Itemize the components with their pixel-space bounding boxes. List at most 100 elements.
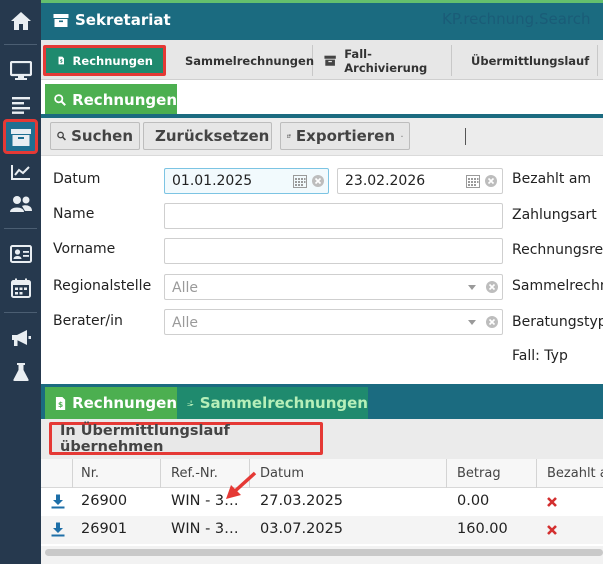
download-icon[interactable]: [51, 522, 65, 537]
tab-rechnungen[interactable]: $ Rechnungen: [43, 45, 166, 76]
datum-from-field[interactable]: 01.01.2025: [164, 168, 329, 194]
cross-icon: [547, 497, 557, 507]
export-button[interactable]: Exportieren: [280, 122, 410, 150]
clear-icon[interactable]: [486, 281, 498, 293]
caret-down-icon: [468, 285, 476, 290]
column-divider: [72, 459, 73, 488]
toolbar-divider: [465, 128, 466, 145]
search-panel-tab[interactable]: Rechnungen: [45, 84, 177, 115]
datum-to-value: 23.02.2026: [345, 173, 426, 189]
cell-datum: 03.07.2025: [260, 521, 344, 537]
tab-label: Fall-Archivierung: [344, 46, 428, 75]
tab-label: Übermittlungslauf: [471, 53, 590, 68]
calendar-icon[interactable]: [293, 174, 307, 188]
sidebar-divider: [4, 228, 37, 229]
column-divider: [536, 459, 537, 488]
monitor-icon[interactable]: [5, 55, 36, 86]
calendar-icon[interactable]: [5, 272, 36, 303]
tab-label: Sammelrechnungen: [185, 53, 315, 68]
column-header-nr[interactable]: Nr.: [81, 466, 99, 481]
column-header-datum[interactable]: Datum: [260, 466, 304, 481]
search-icon: [54, 93, 66, 106]
cell-ref: WIN - 3…: [171, 521, 239, 537]
cell-nr: 26900: [81, 493, 128, 509]
tab-fall-archivierung[interactable]: Fall-Archivierung: [314, 45, 452, 76]
tab-sammelrechnungen[interactable]: $ Sammelrechnungen: [167, 45, 315, 76]
chart-icon[interactable]: [5, 156, 36, 187]
berater-label: Berater/in: [53, 313, 123, 329]
tab-uebermittlungslauf[interactable]: Übermittlungslauf: [453, 45, 598, 76]
results-tab-label: Rechnungen: [72, 394, 177, 412]
list-icon[interactable]: [5, 89, 36, 120]
annotation-arrow-icon: [226, 471, 257, 499]
results-tab-label: Sammelrechnungen: [199, 394, 368, 412]
sammelrechnung-label: Sammelrechnu: [512, 278, 603, 294]
top-tab-strip: $ Rechnungen $ Sammelrechnungen Fall-Arc…: [41, 40, 603, 80]
contact-card-icon[interactable]: [5, 238, 36, 269]
column-divider: [446, 459, 447, 488]
table-row[interactable]: 26901 WIN - 3… 03.07.2025 160.00: [41, 516, 603, 544]
horizontal-scrollbar[interactable]: [45, 549, 603, 556]
column-header-ref[interactable]: Ref.-Nr.: [171, 466, 218, 481]
clear-icon[interactable]: [312, 175, 324, 187]
uebernehmen-button[interactable]: In Übermittlungslauf übernehmen: [49, 422, 323, 455]
flask-icon[interactable]: [5, 356, 36, 387]
export-button-label: Exportieren: [295, 127, 396, 145]
column-header-betrag[interactable]: Betrag: [457, 466, 501, 481]
rechnungsref-label: Rechnungsrefe: [512, 242, 603, 258]
cross-icon: [547, 525, 557, 535]
clear-icon[interactable]: [485, 175, 497, 187]
invoice-icon: $: [58, 56, 65, 65]
name-label: Name: [53, 206, 95, 222]
svg-text:$: $: [58, 400, 63, 409]
megaphone-icon[interactable]: [5, 322, 36, 353]
vorname-input[interactable]: [164, 238, 503, 264]
fall-typ-label: Fall: Typ: [512, 348, 568, 364]
vorname-label: Vorname: [53, 241, 116, 257]
search-icon: [57, 131, 66, 141]
svg-text:$: $: [60, 59, 63, 65]
beratungstyp-label: Beratungstyp: [512, 314, 603, 330]
column-divider: [160, 459, 161, 488]
name-input[interactable]: [164, 203, 503, 229]
users-icon[interactable]: [5, 188, 36, 219]
export-icon: [287, 134, 291, 138]
sidebar: [0, 0, 41, 564]
cell-nr: 26901: [81, 521, 128, 537]
regionalstelle-select[interactable]: Alle: [164, 274, 503, 300]
caret-down-icon: [468, 320, 476, 325]
cell-betrag: 160.00: [457, 521, 508, 537]
sidebar-divider: [4, 44, 37, 45]
home-icon[interactable]: [5, 5, 36, 36]
cell-datum: 27.03.2025: [260, 493, 344, 509]
datum-to-field[interactable]: 23.02.2026: [337, 168, 503, 194]
archive-icon: [53, 13, 69, 27]
column-header-bezahlt[interactable]: Bezahlt a: [547, 466, 603, 481]
search-key-label: KP.rechnung.Search: [442, 10, 591, 28]
berater-select[interactable]: Alle: [164, 309, 503, 335]
caret-down-icon: [401, 135, 403, 137]
datum-from-value: 01.01.2025: [172, 173, 253, 189]
table-header: Nr. Ref.-Nr. Datum Betrag Bezahlt a: [41, 459, 603, 488]
download-icon[interactable]: [51, 494, 65, 509]
clear-icon[interactable]: [486, 316, 498, 328]
reset-button-label: Zurücksetzen: [155, 127, 270, 145]
zahlungsart-label: Zahlungsart: [512, 207, 597, 223]
archive-icon[interactable]: [3, 119, 38, 154]
bezahlt-am-label: Bezahlt am: [512, 171, 592, 187]
svg-text:$: $: [190, 400, 192, 404]
archive-icon: [324, 55, 336, 66]
sidebar-divider: [4, 312, 37, 313]
header-accent-line: [41, 0, 603, 3]
search-button[interactable]: Suchen: [50, 122, 140, 150]
page-title: Sekretariat: [75, 11, 171, 29]
results-tab-sammelrechnungen[interactable]: $ Sammelrechnungen: [177, 387, 368, 419]
calendar-icon[interactable]: [466, 174, 480, 188]
reset-button[interactable]: Zurücksetzen: [143, 122, 272, 150]
table-row[interactable]: 26900 WIN - 3… 27.03.2025 0.00: [41, 488, 603, 516]
invoice-icon: $: [55, 396, 66, 410]
regionalstelle-value: Alle: [172, 280, 198, 296]
regionalstelle-label: Regionalstelle: [53, 278, 152, 294]
results-tab-rechnungen[interactable]: $ Rechnungen: [45, 387, 177, 419]
search-panel-title: Rechnungen: [72, 90, 177, 109]
